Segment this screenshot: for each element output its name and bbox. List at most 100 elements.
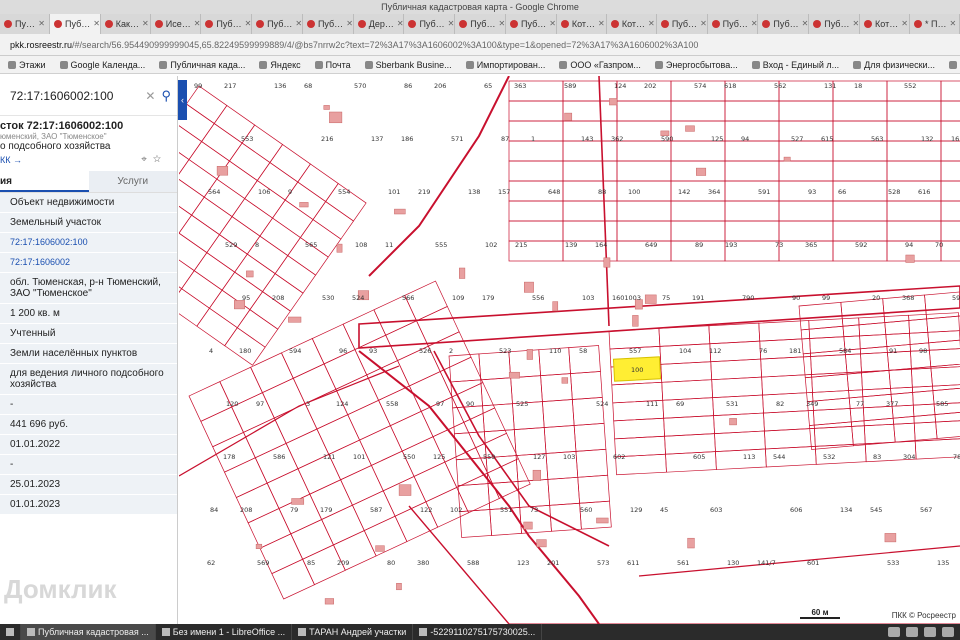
close-tab-icon[interactable]: ✕ (700, 14, 707, 34)
parcel-outline[interactable] (661, 379, 713, 401)
parcel-outline[interactable] (280, 338, 325, 379)
parcel-outline[interactable] (562, 140, 618, 162)
tab-services[interactable]: Услуги (88, 171, 177, 192)
taskbar-item[interactable]: Публичная кадастровая ... (21, 624, 156, 640)
search-icon[interactable]: ⚲ (161, 88, 171, 104)
bookmark-item[interactable]: Вход - Единый л... (751, 56, 839, 73)
parcel-outline[interactable] (708, 322, 761, 345)
parcel-outline[interactable] (863, 422, 916, 445)
parcel-outline[interactable] (413, 461, 458, 503)
parcel-outline[interactable] (724, 160, 780, 182)
browser-tab[interactable]: Пуб… ✕ (708, 14, 759, 34)
close-tab-icon[interactable]: ✕ (901, 14, 908, 34)
parcel-outline[interactable] (547, 476, 580, 506)
browser-tab[interactable]: Пуб… ✕ (201, 14, 253, 34)
browser-tab[interactable]: Пу… ✕ (0, 14, 50, 34)
parcel-outline[interactable] (940, 80, 960, 102)
taskbar-item[interactable]: -5229110275175730025... (413, 624, 543, 640)
parcel-outline[interactable] (366, 360, 410, 401)
parcel-outline[interactable] (724, 140, 780, 162)
parcel-outline[interactable] (670, 220, 726, 242)
parcel-outline[interactable] (832, 100, 888, 122)
parcel-outline[interactable] (670, 140, 726, 162)
parcel-outline[interactable] (670, 200, 726, 222)
bookmark-item[interactable]: Импортирован... (465, 56, 545, 73)
parcel-outline[interactable] (663, 415, 715, 437)
parcel-outline[interactable] (665, 451, 717, 473)
parcel-outline[interactable] (616, 160, 672, 182)
parcel-outline[interactable] (562, 200, 618, 222)
parcel-outline[interactable] (908, 312, 960, 334)
parcel-outline[interactable] (323, 349, 368, 390)
browser-tab[interactable]: Пуб… ✕ (758, 14, 810, 34)
parcel-outline[interactable] (224, 457, 268, 498)
volume-icon[interactable] (906, 627, 918, 637)
parcel-outline[interactable] (934, 410, 960, 439)
parcel-outline[interactable] (778, 180, 834, 202)
parcel-outline[interactable] (613, 417, 665, 440)
parcel-outline[interactable] (715, 448, 767, 470)
browser-tab[interactable]: Кот… ✕ (607, 14, 657, 34)
cadastral-search-box[interactable]: 72:17:1606002:100 ✕ ⚲ (0, 76, 177, 116)
parcel-outline[interactable] (724, 100, 780, 122)
browser-tab[interactable]: Пуб… ✕ (657, 14, 708, 34)
close-tab-icon[interactable]: ✕ (549, 14, 556, 34)
close-tab-icon[interactable]: ✕ (498, 14, 505, 34)
parcel-outline[interactable] (573, 422, 607, 452)
close-tab-icon[interactable]: ✕ (295, 14, 302, 34)
parcel-outline[interactable] (616, 140, 672, 162)
parcel-outline[interactable] (761, 374, 813, 396)
parcel-outline[interactable] (311, 323, 356, 365)
parcel-outline[interactable] (359, 425, 403, 466)
parcel-outline[interactable] (285, 428, 330, 470)
parcel-outline[interactable] (456, 472, 500, 514)
parcel-outline[interactable] (724, 200, 780, 222)
bookmark-item[interactable]: Sberbank Busine... (364, 56, 452, 73)
parcel-outline[interactable] (340, 464, 384, 506)
browser-tab[interactable]: Как… ✕ (101, 14, 151, 34)
parcel-outline[interactable] (860, 350, 912, 373)
parcel-outline[interactable] (562, 180, 618, 202)
browser-tab[interactable]: Пуб… ✕ (455, 14, 507, 34)
parcel-outline[interactable] (926, 314, 960, 344)
keyboard-icon[interactable] (942, 627, 954, 637)
parcel-outline[interactable] (316, 414, 361, 455)
battery-icon[interactable] (924, 627, 936, 637)
attribute-row[interactable]: 72:17:1606002 (0, 253, 177, 273)
parcel-outline[interactable] (508, 160, 564, 182)
parcel-outline[interactable] (660, 361, 713, 383)
parcel-outline[interactable] (575, 448, 609, 478)
parcel-outline[interactable] (711, 376, 763, 399)
parcel-outline[interactable] (670, 100, 726, 122)
close-tab-icon[interactable]: ✕ (648, 14, 655, 34)
parcel-outline[interactable] (243, 417, 287, 459)
parcel-outline[interactable] (832, 160, 888, 182)
browser-tab[interactable]: Пуб… ✕ (50, 14, 101, 34)
attribute-row[interactable]: 72:17:1606002:100 (0, 233, 177, 253)
parcel-outline[interactable] (179, 250, 195, 290)
parcel-outline[interactable] (231, 392, 275, 433)
parcel-outline[interactable] (508, 140, 564, 162)
parcel-map-svg[interactable]: 9910010110210310482838485868788899091120… (179, 76, 960, 624)
parcel-outline[interactable] (886, 200, 942, 222)
parcel-outline[interactable] (664, 433, 716, 455)
parcel-outline[interactable] (616, 180, 672, 202)
parcel-outline[interactable] (616, 240, 672, 262)
parcel-outline[interactable] (886, 140, 942, 162)
bookmark-item[interactable]: ЛК - Мой ГАЗ (949, 56, 960, 73)
parcel-outline[interactable] (809, 335, 861, 357)
parcel-outline[interactable] (813, 407, 865, 429)
parcel-outline[interactable] (408, 371, 453, 412)
parcel-outline[interactable] (179, 121, 203, 161)
parcel-outline[interactable] (562, 220, 618, 242)
parcel-outline[interactable] (254, 442, 299, 484)
parcel-outline[interactable] (778, 100, 834, 122)
close-tab-icon[interactable]: ✕ (598, 14, 605, 34)
parcel-outline[interactable] (347, 399, 391, 441)
tab-information[interactable]: ия (0, 171, 89, 192)
bookmark-item[interactable]: Почта (314, 56, 351, 73)
cadastral-map[interactable]: 99 100 101 102 103 104 82 83 84 85 86 87 88 89 90 91 120… (179, 76, 960, 624)
taskbar-item[interactable]: Без имени 1 - LibreOffice ... (156, 624, 293, 640)
bookmark-item[interactable]: Для физически... (853, 56, 935, 73)
parcel-outline[interactable] (261, 377, 306, 419)
